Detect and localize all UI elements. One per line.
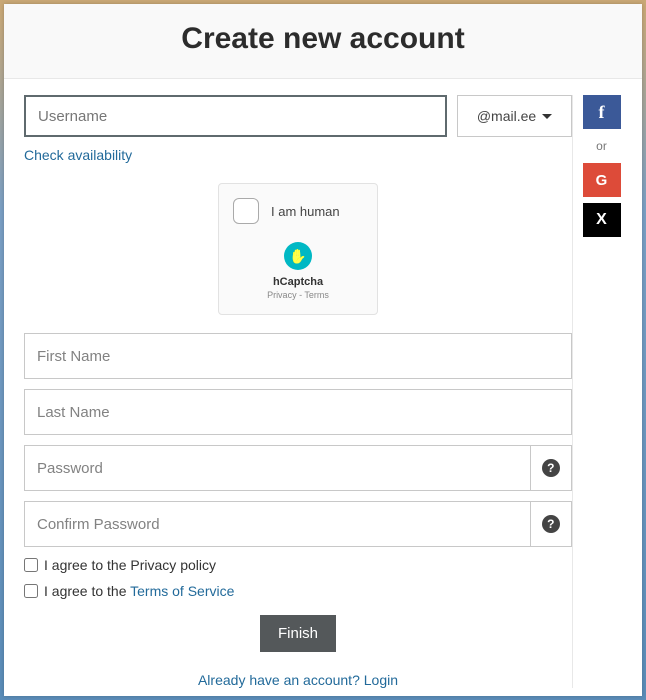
- domain-label: @mail.ee: [477, 108, 536, 124]
- chevron-down-icon: [542, 114, 552, 119]
- question-icon: ?: [542, 459, 560, 477]
- facebook-login-button[interactable]: f: [583, 95, 621, 129]
- terms-of-service-link[interactable]: Terms of Service: [130, 583, 234, 599]
- agree-privacy-checkbox[interactable]: [24, 558, 38, 572]
- x-icon: X: [596, 211, 607, 229]
- hcaptcha-widget: I am human hCaptcha Privacy - Terms: [218, 183, 378, 315]
- question-icon: ?: [542, 515, 560, 533]
- facebook-icon: f: [599, 102, 605, 123]
- privacy-policy-text: Privacy policy: [130, 557, 216, 573]
- agree-tos-checkbox[interactable]: [24, 584, 38, 598]
- or-divider: or: [596, 135, 607, 157]
- captcha-label: I am human: [271, 204, 340, 219]
- password-input[interactable]: [24, 445, 530, 491]
- username-input[interactable]: [24, 95, 447, 137]
- password-help-button[interactable]: ?: [530, 445, 572, 491]
- login-prompt: Already have an account? Login: [24, 672, 572, 688]
- social-column: f or G X: [572, 95, 622, 688]
- captcha-checkbox[interactable]: [233, 198, 259, 224]
- captcha-brand: hCaptcha: [273, 276, 323, 288]
- agree-tos-row[interactable]: I agree to the Terms of Service: [24, 583, 572, 599]
- check-availability-link[interactable]: Check availability: [24, 147, 132, 163]
- x-login-button[interactable]: X: [583, 203, 621, 237]
- finish-button[interactable]: Finish: [260, 615, 336, 652]
- signup-panel: Create new account @mail.ee Check availa…: [4, 4, 642, 696]
- domain-select[interactable]: @mail.ee: [457, 95, 572, 137]
- form-column: @mail.ee Check availability I am human h…: [24, 95, 572, 688]
- first-name-input[interactable]: [24, 333, 572, 379]
- confirm-password-input[interactable]: [24, 501, 530, 547]
- google-login-button[interactable]: G: [583, 163, 621, 197]
- confirm-password-help-button[interactable]: ?: [530, 501, 572, 547]
- captcha-terms-link[interactable]: Terms: [304, 290, 329, 300]
- agree-privacy-row[interactable]: I agree to the Privacy policy: [24, 557, 572, 573]
- last-name-input[interactable]: [24, 389, 572, 435]
- page-title: Create new account: [4, 22, 642, 56]
- google-icon: G: [596, 172, 608, 189]
- panel-header: Create new account: [4, 4, 642, 79]
- captcha-legal: Privacy - Terms: [267, 290, 329, 300]
- login-link[interactable]: Login: [364, 672, 398, 688]
- captcha-privacy-link[interactable]: Privacy: [267, 290, 297, 300]
- hcaptcha-logo-icon: [284, 242, 312, 270]
